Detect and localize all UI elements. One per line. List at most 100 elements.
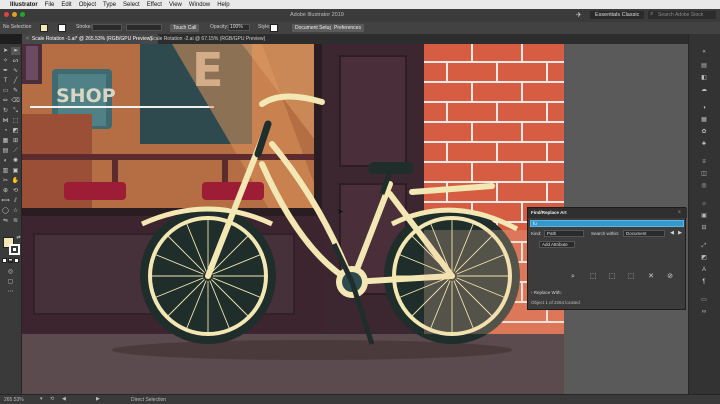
rotate-tool-icon[interactable]: ↻ — [1, 107, 10, 115]
knife-tool-icon[interactable]: ⫽ — [11, 197, 20, 205]
eraser-tool-icon[interactable]: ⌫ — [11, 97, 20, 105]
variable-width-dropdown[interactable] — [126, 24, 162, 31]
workspace-switcher[interactable]: Essentials Classic — [590, 11, 645, 19]
pen-tool-icon[interactable]: ✒ — [1, 67, 10, 75]
brushes-panel-icon[interactable]: ✿ — [699, 128, 709, 137]
preferences-button[interactable]: Preferences — [331, 24, 364, 32]
symbols-panel-icon[interactable]: ♣ — [699, 140, 709, 149]
character-panel-icon[interactable]: A — [699, 266, 709, 275]
selection-tool-icon[interactable]: ➤ — [1, 47, 10, 55]
share-icon[interactable]: ✈ — [576, 11, 582, 19]
width-tool-icon[interactable]: ⋈ — [1, 117, 10, 125]
transform-panel-icon[interactable]: ⤢ — [699, 242, 709, 251]
select-similar-icon[interactable]: ⬚ — [626, 272, 636, 282]
width-tool-2-icon[interactable]: ⟺ — [1, 197, 10, 205]
color-panel-icon[interactable]: ◑ — [699, 104, 709, 113]
properties-panel-icon[interactable]: ▤ — [699, 62, 709, 71]
lasso-tool-icon[interactable]: ᔕ — [11, 57, 20, 65]
hand-tool-icon[interactable]: ✋ — [11, 177, 20, 185]
exclude-icon[interactable]: ⊘ — [665, 272, 675, 282]
minimize-window-button[interactable] — [12, 12, 17, 17]
stroke-color-swatch[interactable] — [9, 244, 20, 255]
paragraph-panel-icon[interactable]: ¶ — [699, 278, 709, 287]
artboard-tool-icon[interactable]: ▣ — [11, 167, 20, 175]
stroke-swatch[interactable] — [58, 24, 66, 32]
rotation-dropdown-icon[interactable]: ⟲ — [50, 396, 54, 402]
gradient-mode-icon[interactable] — [8, 258, 13, 263]
graphic-styles-panel-icon[interactable]: ▣ — [699, 212, 709, 221]
blend-tool-icon[interactable]: ◐ — [1, 157, 10, 165]
select-icon[interactable]: ⬚ — [588, 272, 598, 282]
menu-illustrator[interactable]: Illustrator — [10, 2, 38, 8]
mesh-tool-icon[interactable]: ⊞ — [11, 137, 20, 145]
select-all-icon[interactable]: ⬚ — [607, 272, 617, 282]
column-graph-tool-icon[interactable]: ▥ — [1, 167, 10, 175]
artboards-panel-icon[interactable]: ▭ — [699, 296, 709, 305]
stock-search-input[interactable]: Search Adobe Stock — [648, 11, 716, 19]
find-query-input[interactable]: fu — [530, 220, 684, 227]
warp-tool-icon[interactable]: ≋ — [11, 217, 20, 225]
opacity-field[interactable]: 100% — [228, 24, 250, 31]
tab-scale-rotation-2[interactable]: × Scale Rotation -2.ai @ 67.15% (RGB/GPU … — [140, 34, 271, 44]
menu-view[interactable]: View — [169, 2, 182, 8]
menu-type[interactable]: Type — [103, 2, 116, 8]
star-tool-icon[interactable]: ☆ — [11, 207, 20, 215]
free-transform-tool-icon[interactable]: ⬚ — [11, 117, 20, 125]
artboard-nav-next-icon[interactable]: ▶ — [96, 396, 100, 402]
artboard-nav-prev-icon[interactable]: ◀ — [62, 396, 66, 402]
panel-menu-icon[interactable]: ≡ — [678, 209, 681, 214]
add-attribute-dropdown[interactable]: Add Attribute — [539, 241, 575, 248]
links-panel-icon[interactable]: ∞ — [699, 308, 709, 317]
rotate-view-tool-icon[interactable]: ⟲ — [11, 187, 20, 195]
edit-toolbar-icon[interactable]: ⋯ — [6, 288, 15, 296]
close-tab-icon[interactable]: × — [144, 36, 147, 42]
style-swatch[interactable] — [270, 24, 278, 32]
stroke-weight-field[interactable] — [92, 24, 122, 31]
maximize-window-button[interactable] — [20, 12, 25, 17]
menu-effect[interactable]: Effect — [147, 2, 162, 8]
menu-window[interactable]: Window — [189, 2, 210, 8]
gradient-panel-icon[interactable]: ◫ — [699, 170, 709, 179]
screen-mode-icon[interactable]: ▢ — [6, 278, 15, 286]
none-mode-icon[interactable] — [14, 258, 19, 263]
perspective-grid-tool-icon[interactable]: ▦ — [1, 137, 10, 145]
menu-file[interactable]: File — [45, 2, 55, 8]
pencil-tool-icon[interactable]: ✏ — [1, 97, 10, 105]
type-tool-icon[interactable]: T — [1, 77, 10, 85]
close-window-button[interactable] — [4, 12, 9, 17]
color-mode-icon[interactable] — [2, 258, 7, 263]
draw-mode-icon[interactable]: ◎ — [6, 268, 15, 276]
symbol-sprayer-tool-icon[interactable]: ✺ — [11, 157, 20, 165]
layers-panel-icon[interactable]: ◧ — [699, 74, 709, 83]
replace-with-label[interactable]: › Replace With: — [531, 290, 562, 295]
stroke-panel-icon[interactable]: ≡ — [699, 158, 709, 167]
live-paint-tool-icon[interactable]: ◩ — [11, 127, 20, 135]
fill-swatch[interactable] — [40, 24, 48, 32]
menu-object[interactable]: Object — [79, 2, 96, 8]
zoom-to-icon[interactable]: ⌕ — [568, 272, 578, 282]
swatches-panel-icon[interactable]: ▦ — [699, 116, 709, 125]
brush-dropdown[interactable]: Touch Call — [170, 24, 200, 32]
menu-edit[interactable]: Edit — [61, 2, 71, 8]
libraries-panel-icon[interactable]: ☁ — [699, 86, 709, 95]
rectangle-tool-icon[interactable]: ▭ — [1, 87, 10, 95]
tab-scale-rotation-1[interactable]: × Scale Rotation -1.ai* @ 265.53% (RGB/GP… — [22, 34, 159, 44]
zoom-level[interactable]: 265.53% — [4, 397, 24, 403]
magic-wand-tool-icon[interactable]: ✧ — [1, 57, 10, 65]
align-panel-icon[interactable]: ⊟ — [699, 224, 709, 233]
next-arrow-icon[interactable]: ▶ — [675, 228, 685, 238]
kind-dropdown[interactable]: Path — [544, 230, 584, 237]
curvature-tool-icon[interactable]: ∿ — [11, 67, 20, 75]
search-within-dropdown[interactable]: Document — [623, 230, 665, 237]
close-tab-icon[interactable]: × — [26, 36, 29, 42]
document-setup-button[interactable]: Document Setup — [292, 24, 336, 32]
ellipse-tool-icon[interactable]: ◯ — [1, 207, 10, 215]
paintbrush-tool-icon[interactable]: ✎ — [11, 87, 20, 95]
gradient-tool-icon[interactable]: ▤ — [1, 147, 10, 155]
shape-builder-tool-icon[interactable]: ◔ — [1, 127, 10, 135]
direct-selection-tool-icon[interactable]: ➢ — [11, 47, 20, 55]
reflect-tool-icon[interactable]: ⇋ — [1, 217, 10, 225]
slice-tool-icon[interactable]: ✂ — [1, 177, 10, 185]
zoom-tool-icon[interactable]: ⊕ — [1, 187, 10, 195]
collapse-panels-icon[interactable]: « — [699, 48, 709, 57]
